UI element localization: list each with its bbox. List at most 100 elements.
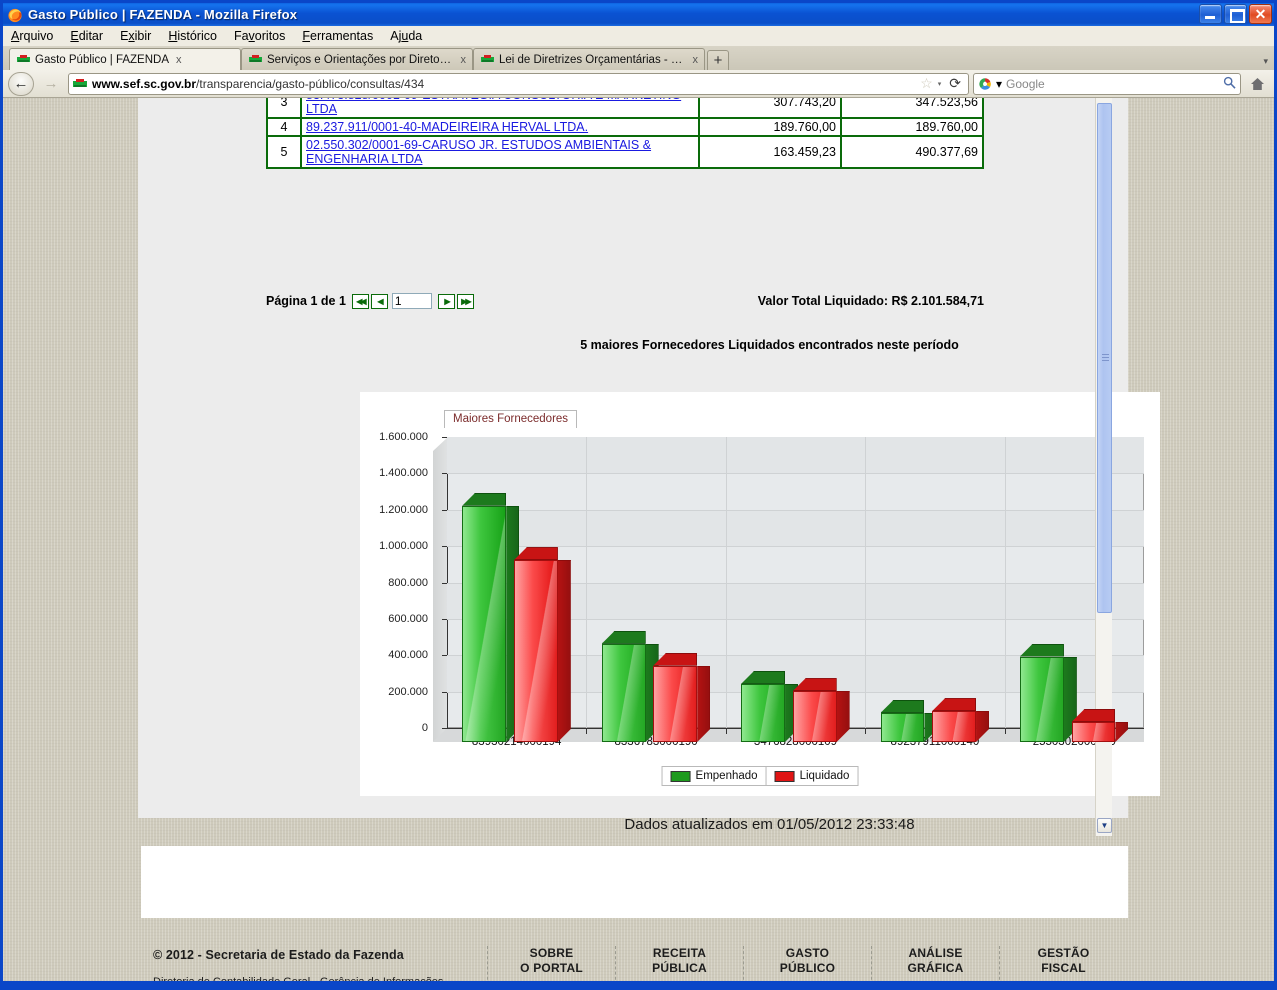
forward-button[interactable]: → — [38, 72, 64, 96]
menu-ajuda[interactable]: Ajuda — [390, 29, 422, 43]
maximize-button[interactable] — [1224, 4, 1247, 24]
address-bar[interactable]: www.sef.sc.gov.br/transparencia/gasto-pú… — [68, 72, 969, 95]
legend-swatch-liquidado — [774, 770, 795, 782]
y-axis-tick-mark — [442, 509, 447, 511]
y-axis-tick-mark — [442, 437, 447, 438]
row-index: 4 — [266, 117, 302, 137]
back-button[interactable]: ← — [8, 71, 34, 96]
minimize-button[interactable] — [1199, 4, 1222, 24]
x-axis-tick-mark — [1004, 729, 1006, 734]
row-liquidado: 490.377,69 — [840, 135, 984, 169]
footer-link-label: ANÁLISE GRÁFICA — [907, 946, 964, 975]
y-axis-tick-label: 400.000 — [388, 649, 428, 662]
y-axis-tick-label: 1.600.000 — [379, 431, 428, 443]
chart-bar[interactable] — [792, 678, 837, 742]
reload-icon[interactable]: ⟳ — [946, 75, 964, 92]
y-axis-tick-mark — [442, 546, 447, 548]
chevron-down-icon[interactable]: ▾ — [938, 80, 942, 88]
tab-gasto-publico[interactable]: Gasto Público | FAZENDA x — [9, 48, 241, 70]
row-empenhado: 307.743,20 — [698, 98, 842, 119]
bar-front-face — [513, 560, 558, 742]
page-white-panel — [141, 846, 1128, 918]
last-page-button[interactable]: ▶▶ — [456, 293, 474, 309]
tab-lei-diretrizes[interactable]: Lei de Diretrizes Orçamentárias - LDO | … — [473, 48, 705, 70]
chart-bar[interactable] — [741, 670, 785, 742]
row-supplier: 02.550.302/0001-69-CARUSO JR. ESTUDOS AM… — [300, 135, 700, 169]
gridline-vertical — [865, 437, 867, 728]
scrollbar-thumb[interactable] — [1097, 103, 1112, 613]
legend-item-liquidado[interactable]: Liquidado — [765, 767, 858, 785]
search-icon[interactable] — [1223, 76, 1236, 92]
chart-bar[interactable] — [513, 547, 558, 742]
supplier-link[interactable]: 89.237.911/0001-40-MADEIREIRA HERVAL LTD… — [306, 120, 588, 134]
tab-close-icon[interactable]: x — [461, 54, 467, 66]
chart-bar[interactable] — [880, 699, 925, 742]
gridline-vertical — [1004, 437, 1006, 728]
chart-subtitle: 5 maiores Fornecedores Liquidados encont… — [580, 338, 959, 352]
next-page-button[interactable]: ▶ — [437, 293, 455, 309]
window-controls — [1199, 4, 1272, 24]
home-button[interactable] — [1245, 73, 1269, 95]
gridline-vertical — [586, 437, 588, 728]
tab-servicos-orientacoes[interactable]: Serviços e Orientações por Diretoria | F… — [241, 48, 473, 70]
menu-editar[interactable]: Editar — [70, 29, 103, 43]
bar-front-face — [792, 691, 837, 742]
page-number-input[interactable] — [391, 293, 432, 309]
menu-exibir[interactable]: Exibir — [120, 29, 151, 43]
x-axis-tick-mark — [865, 729, 867, 734]
tab-label: Lei de Diretrizes Orçamentárias - LDO | … — [499, 53, 686, 66]
site-favicon-icon — [481, 54, 494, 65]
bar-front-face — [601, 643, 646, 742]
y-axis-tick-label: 200.000 — [388, 685, 428, 698]
chart-bar[interactable] — [462, 492, 506, 742]
gridline-horizontal — [447, 546, 1144, 548]
chart-bar[interactable] — [601, 630, 646, 742]
url-path: /transparencia/gasto-público/consultas/4… — [196, 76, 425, 91]
chart-bar[interactable] — [1071, 709, 1116, 742]
scrollbar-down-arrow-icon[interactable]: ▼ — [1097, 818, 1112, 833]
menu-arquivo[interactable]: Arquivo — [11, 29, 53, 43]
chart-title: Maiores Fornecedores — [444, 410, 578, 428]
search-engine-chevron-icon[interactable]: ▾ — [996, 77, 1002, 91]
bookmark-star-icon[interactable]: ☆ — [920, 75, 933, 92]
site-favicon-icon — [17, 54, 30, 65]
new-tab-button[interactable]: + — [707, 50, 729, 70]
search-bar[interactable]: ▾ Google — [973, 72, 1241, 95]
close-button[interactable] — [1249, 4, 1272, 24]
chart-left-wall — [433, 437, 448, 742]
window-title: Gasto Público | FAZENDA - Mozilla Firefo… — [28, 7, 298, 22]
supplier-link[interactable]: 02.550.302/0001-69-CARUSO JR. ESTUDOS AM… — [306, 138, 651, 166]
first-page-button[interactable]: ◀◀ — [351, 293, 369, 309]
gridline-horizontal — [447, 509, 1144, 511]
tab-label: Gasto Público | FAZENDA — [35, 53, 170, 66]
browser-window: Gasto Público | FAZENDA - Mozilla Firefo… — [0, 0, 1277, 990]
total-liquidated-label: Valor Total Liquidado: R$ 2.101.584,71 — [757, 294, 984, 308]
chart-bar[interactable] — [1019, 643, 1064, 742]
legend-item-empenhado[interactable]: Empenhado — [663, 767, 766, 785]
site-footer: © 2012 - Secretaria de Estado da Fazenda… — [3, 926, 1274, 987]
page-viewport: 3 83.473.828/0001-09-ESTRATEGIA CONSULTO… — [3, 98, 1274, 987]
footer-link-label: RECEITA PÚBLICA — [652, 946, 707, 975]
legend-label: Liquidado — [799, 770, 850, 782]
search-input[interactable]: Google — [1006, 77, 1045, 91]
menu-favoritos[interactable]: Favoritos — [234, 29, 285, 43]
menu-bar: Arquivo Editar Exibir Histórico Favorito… — [3, 26, 1274, 46]
navigation-toolbar: ← → www.sef.sc.gov.br/transparencia/gast… — [3, 70, 1274, 98]
y-axis-tick-label: 0 — [421, 722, 428, 734]
chart-bar[interactable] — [653, 652, 697, 742]
menu-ferramentas[interactable]: Ferramentas — [302, 29, 373, 43]
tab-list-chevron-down-icon[interactable]: ▾ — [1263, 56, 1268, 67]
tab-close-icon[interactable]: x — [693, 54, 699, 66]
row-supplier: 89.237.911/0001-40-MADEIREIRA HERVAL LTD… — [300, 117, 700, 137]
window-bottom-edge — [3, 981, 1274, 987]
previous-page-button[interactable]: ◀ — [370, 293, 388, 309]
row-empenhado: 163.459,23 — [698, 135, 842, 169]
bar-side-face — [558, 560, 571, 742]
suppliers-table: 3 83.473.828/0001-09-ESTRATEGIA CONSULTO… — [266, 98, 984, 169]
supplier-link[interactable]: 83.473.828/0001-09-ESTRATEGIA CONSULTORI… — [306, 98, 681, 116]
chart-bar[interactable] — [932, 698, 976, 742]
chart-band — [447, 509, 1144, 547]
menu-historico[interactable]: Histórico — [168, 29, 217, 43]
tab-close-icon[interactable]: x — [176, 54, 182, 66]
chart-plot-area: 0 200.000 400.000 600.000 800.000 1.000.000 1.… — [379, 431, 1144, 748]
